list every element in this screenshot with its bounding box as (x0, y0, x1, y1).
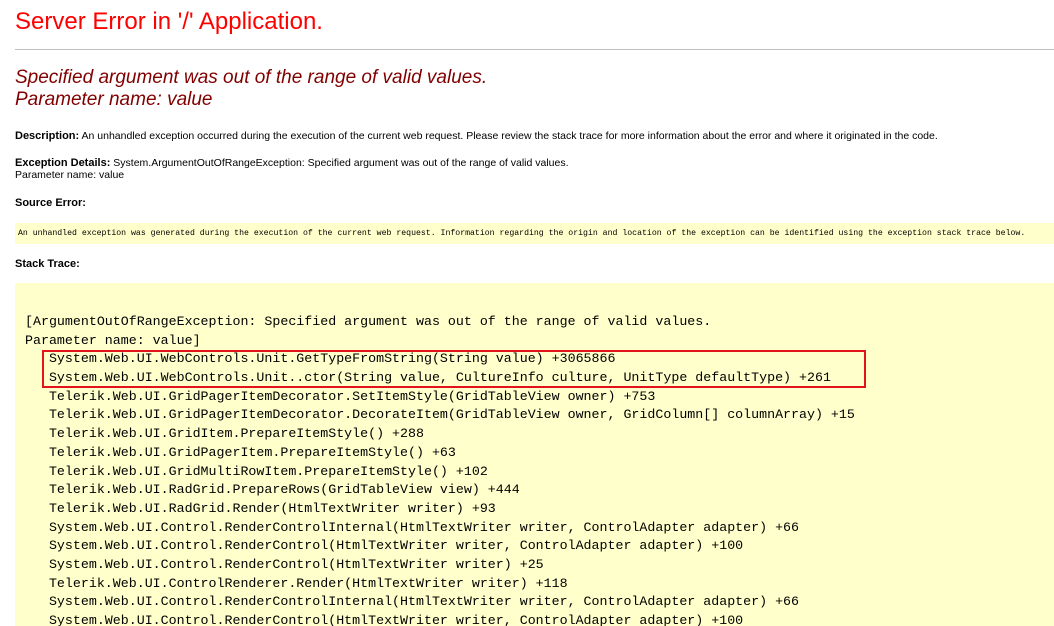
stack-trace-line: Telerik.Web.UI.GridPagerItem.PrepareItem… (25, 444, 456, 460)
stack-trace-line: Telerik.Web.UI.GridItem.PrepareItemStyle… (25, 426, 424, 442)
stack-trace-line: System.Web.UI.Control.RenderControlInter… (25, 594, 800, 610)
title-divider (15, 49, 1054, 50)
source-error-label: Source Error: (15, 197, 86, 209)
stack-trace-line: System.Web.UI.Control.RenderControl(Html… (25, 556, 544, 572)
stack-trace-line: Telerik.Web.UI.ControlRenderer.Render(Ht… (25, 575, 568, 591)
description-label: Description: (15, 130, 80, 142)
source-error-box: An unhandled exception was generated dur… (15, 223, 1054, 244)
error-message-line-1: Specified argument was out of the range … (15, 67, 488, 88)
exception-details-label: Exception Details: (15, 157, 111, 169)
stack-trace-line: Telerik.Web.UI.GridPagerItemDecorator.De… (25, 407, 855, 423)
description: Description: An unhandled exception occu… (15, 130, 938, 142)
exception-details: Exception Details: System.ArgumentOutOfR… (15, 157, 569, 181)
exception-details-text: System.ArgumentOutOfRangeException: Spec… (110, 157, 569, 169)
stack-trace-line: Telerik.Web.UI.RadGrid.PrepareRows(GridT… (25, 482, 520, 498)
stack-trace-label: Stack Trace: (15, 258, 80, 270)
exception-details-parameter: Parameter name: value (15, 169, 125, 181)
stack-trace-line: Telerik.Web.UI.RadGrid.Render(HtmlTextWr… (25, 500, 496, 516)
stack-trace-line: System.Web.UI.Control.RenderControl(Html… (25, 538, 744, 554)
stack-trace-line: [ArgumentOutOfRangeException: Specified … (25, 314, 712, 329)
stack-trace-line: System.Web.UI.Control.RenderControlInter… (25, 519, 800, 535)
stack-trace-line: Parameter name: value] (25, 332, 201, 348)
page-title: Server Error in '/' Application. (15, 8, 323, 35)
error-message: Specified argument was out of the range … (15, 67, 487, 111)
source-error-text: An unhandled exception was generated dur… (18, 229, 1026, 238)
highlight-annotation-box (42, 350, 866, 388)
description-text: An unhandled exception occurred during t… (79, 130, 938, 142)
stack-trace-line: System.Web.UI.Control.RenderControl(Html… (25, 613, 744, 626)
stack-trace-box: [ArgumentOutOfRangeException: Specified … (15, 283, 1054, 626)
stack-trace-line: Telerik.Web.UI.GridPagerItemDecorator.Se… (25, 388, 656, 404)
stack-trace-line: Telerik.Web.UI.GridMultiRowItem.PrepareI… (25, 463, 488, 479)
error-message-line-2: Parameter name: value (15, 89, 213, 110)
